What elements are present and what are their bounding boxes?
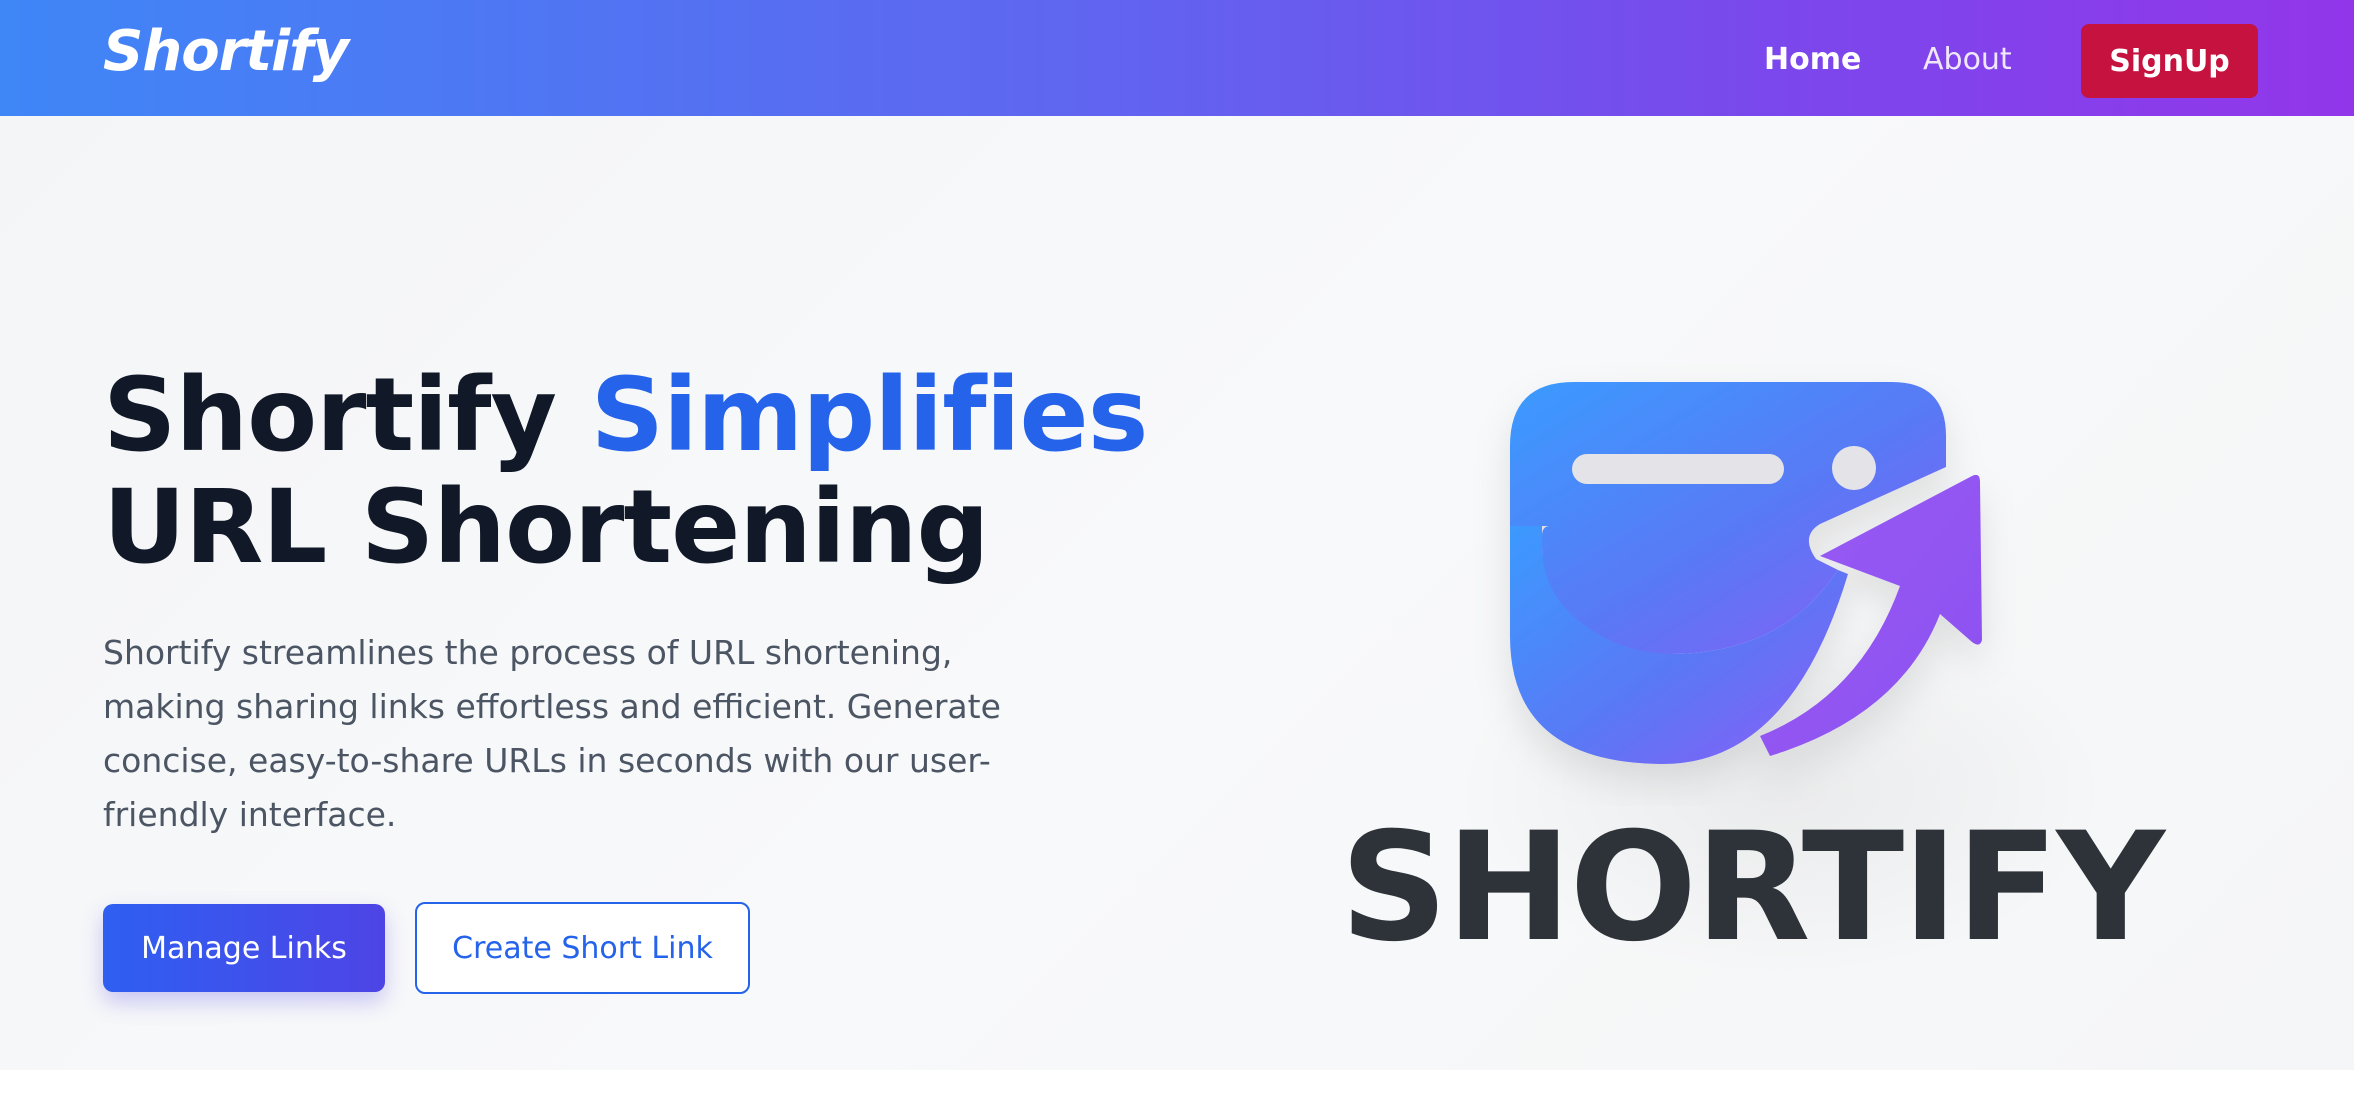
nav-about-link[interactable]: About	[1923, 40, 2012, 80]
page-bottom	[0, 1070, 2354, 1100]
navbar: Shortify Home About SignUp	[0, 0, 2354, 116]
signup-button[interactable]: SignUp	[2081, 24, 2258, 98]
hero-description: Shortify streamlines the process of URL …	[103, 633, 1001, 834]
nav-home-link[interactable]: Home	[1764, 40, 1861, 80]
create-short-link-button[interactable]: Create Short Link	[415, 902, 750, 994]
hero-title-part1: Shortify	[103, 356, 591, 475]
hero-logo	[1460, 336, 2100, 806]
hero-title-part2: URL Shortening	[103, 468, 989, 587]
hero-title-accent: Simplifies	[590, 356, 1149, 475]
manage-links-button[interactable]: Manage Links	[103, 904, 385, 992]
logo-wordmark: SHORTIFY	[1340, 801, 2165, 975]
hero-title: Shortify Simplifies URL Shortening	[103, 360, 1253, 584]
brand-logo-link[interactable]: Shortify	[103, 18, 349, 86]
share-link-icon	[1510, 382, 1982, 765]
